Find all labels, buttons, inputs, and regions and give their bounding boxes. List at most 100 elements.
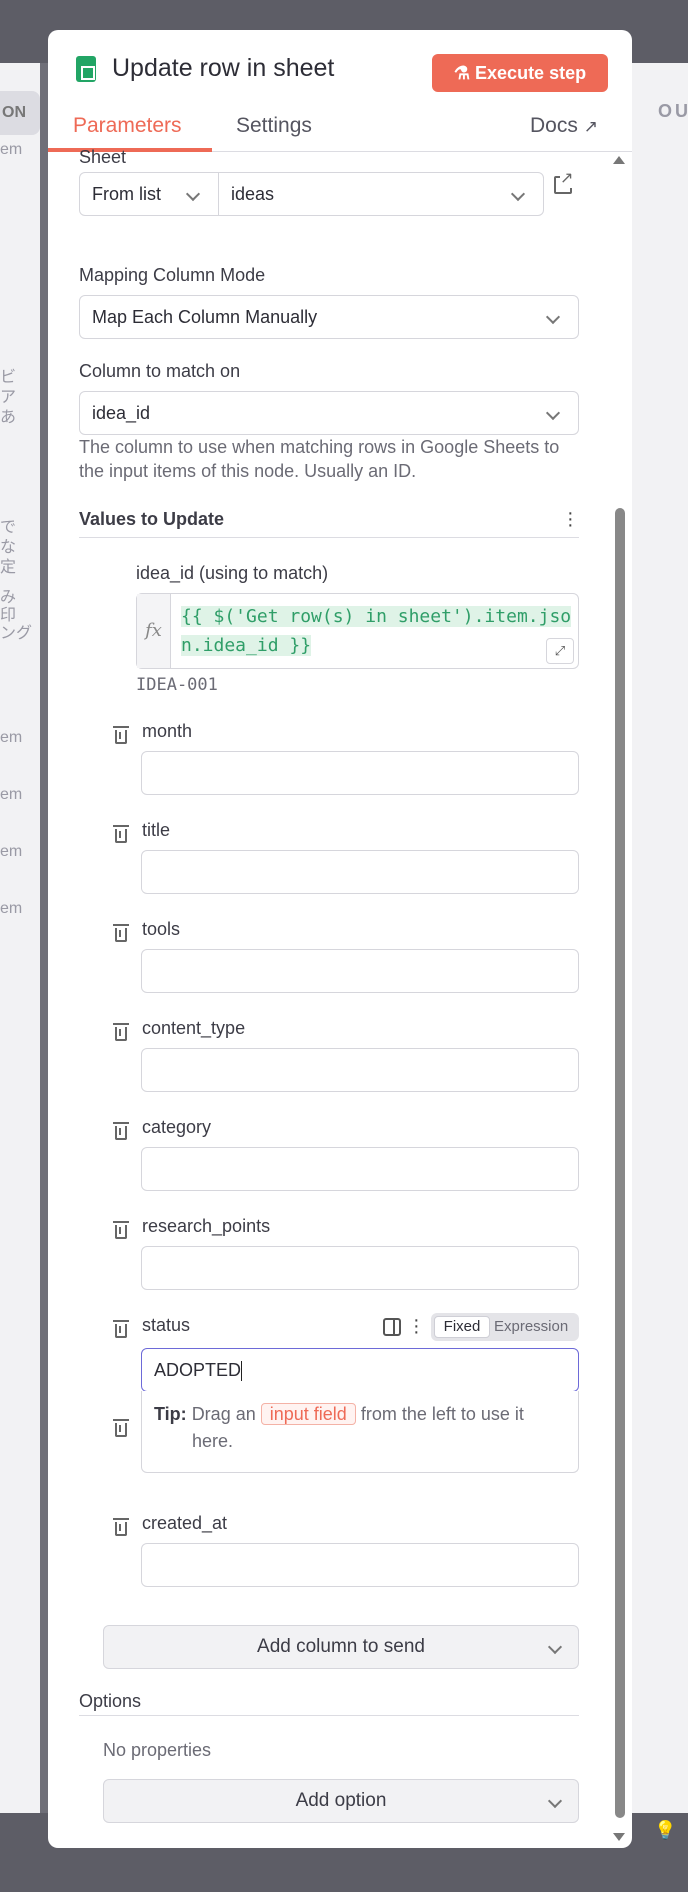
- field-label-title: title: [142, 820, 171, 840]
- docs-label: Docs: [530, 114, 578, 137]
- trash-icon[interactable]: [113, 1023, 129, 1041]
- input-fragment: 定: [0, 559, 17, 576]
- output-panel-background: OU: [632, 63, 688, 1813]
- match-column-value: idea_id: [92, 403, 151, 423]
- match-column-label: Column to match on: [79, 361, 241, 381]
- chevron-down-icon: [545, 405, 561, 421]
- fixed-expression-toggle[interactable]: Fixed Expression: [431, 1313, 579, 1341]
- input-fragment: em: [0, 843, 23, 860]
- trash-icon[interactable]: [113, 825, 129, 843]
- trash-icon[interactable]: [113, 1518, 129, 1536]
- output-label: OU: [658, 101, 688, 121]
- field-label-research-points: research_points: [142, 1216, 271, 1236]
- external-link-icon: ↗: [583, 117, 598, 136]
- scroll-down-arrow[interactable]: [613, 1833, 625, 1841]
- node-title[interactable]: Update row in sheet: [112, 54, 334, 83]
- expand-expression-icon[interactable]: ⤢: [546, 638, 574, 664]
- tab-settings[interactable]: Settings: [236, 114, 312, 138]
- tip-prefix: Tip:: [154, 1404, 187, 1424]
- values-to-update-title: Values to Update: [79, 509, 225, 529]
- field-label-month: month: [142, 721, 193, 741]
- options-title: Options: [79, 1691, 142, 1711]
- chevron-down-icon: [185, 186, 201, 202]
- field-input-category[interactable]: [141, 1147, 579, 1191]
- sheet-value: ideas: [231, 184, 275, 204]
- expression-text: {{ $('Get row(s) in sheet').item.json.id…: [181, 606, 572, 656]
- field-input-month[interactable]: [141, 751, 579, 795]
- input-fragment: あ: [0, 409, 17, 426]
- field-input-tools[interactable]: [141, 949, 579, 993]
- mode-expression-button[interactable]: Expression: [494, 1316, 568, 1338]
- field-input-status[interactable]: ADOPTED: [141, 1348, 579, 1392]
- chevron-down-icon: [510, 186, 526, 202]
- field-label-content-type: content_type: [142, 1018, 246, 1038]
- tip-text-before: Drag an: [191, 1404, 256, 1424]
- side-panel-icon[interactable]: [383, 1318, 401, 1336]
- sheet-mode-select[interactable]: From list: [79, 172, 219, 216]
- add-column-label: Add column to send: [257, 1636, 425, 1657]
- field-input-content-type[interactable]: [141, 1048, 579, 1092]
- match-column-select[interactable]: idea_id: [79, 391, 579, 435]
- open-sheet-external-icon[interactable]: [554, 168, 574, 194]
- field-label-status: status: [142, 1315, 191, 1335]
- trash-icon[interactable]: [113, 1122, 129, 1140]
- values-divider: [79, 537, 579, 538]
- active-tab-indicator: [48, 148, 212, 152]
- options-divider: [79, 1715, 579, 1716]
- node-settings-panel: Update row in sheet ⚗ Execute step Param…: [48, 30, 632, 1848]
- docs-link[interactable]: Docs ↗: [530, 114, 598, 138]
- add-option-button[interactable]: Add option: [103, 1779, 579, 1823]
- tip-input-field-chip: input field: [260, 1403, 356, 1425]
- field-input-research-points[interactable]: [141, 1246, 579, 1290]
- tip-text-end: here.: [192, 1431, 234, 1451]
- status-options-menu-icon[interactable]: · · ·: [413, 1310, 420, 1342]
- mapping-mode-select[interactable]: Map Each Column Manually: [79, 295, 579, 339]
- match-field-preview: IDEA-001: [136, 675, 218, 695]
- field-input-title[interactable]: [141, 850, 579, 894]
- sheet-label: Sheet: [79, 147, 127, 167]
- tab-parameters[interactable]: Parameters: [73, 114, 182, 138]
- chevron-down-icon: [545, 309, 561, 325]
- field-label-category: category: [142, 1117, 212, 1137]
- input-fragment: em: [0, 141, 23, 158]
- mode-fixed-button[interactable]: Fixed: [434, 1316, 490, 1338]
- field-label-tools: tools: [142, 919, 181, 939]
- match-field-expression-editor[interactable]: fx {{ $('Get row(s) in sheet').item.json…: [136, 593, 579, 669]
- execute-step-button[interactable]: ⚗ Execute step: [432, 54, 608, 92]
- tip-text-after: from the left to use it: [360, 1404, 524, 1424]
- input-panel-background: ON em ビ ア あ で な 定 み 印 ング em em em em: [0, 63, 40, 1813]
- text-cursor: [241, 1361, 243, 1382]
- trash-icon[interactable]: [113, 924, 129, 942]
- drag-tip: Tip: Drag an input field from the left t…: [141, 1391, 579, 1473]
- panel-header: Update row in sheet ⚗ Execute step Param…: [48, 30, 632, 152]
- trash-icon[interactable]: [113, 726, 129, 744]
- chevron-down-icon: [547, 1793, 563, 1809]
- values-options-menu-icon[interactable]: · · ·: [567, 503, 574, 535]
- field-input-created-at[interactable]: [141, 1543, 579, 1587]
- match-field-label: idea_id (using to match): [136, 563, 329, 583]
- flask-icon: ⚗: [453, 63, 476, 83]
- sheet-mode-value: From list: [92, 184, 161, 204]
- trash-icon[interactable]: [113, 1320, 129, 1338]
- input-fragment: em: [0, 729, 23, 746]
- add-column-button[interactable]: Add column to send: [103, 1625, 579, 1669]
- match-field-expression[interactable]: {{ $('Get row(s) in sheet').item.json.id…: [181, 602, 573, 660]
- sheet-select[interactable]: ideas: [218, 172, 544, 216]
- input-fragment: em: [0, 786, 23, 803]
- fx-icon: fx: [137, 594, 171, 668]
- trash-icon[interactable]: [113, 1221, 129, 1239]
- input-fragment: ング: [0, 625, 33, 642]
- parameters-content: Sheet From list ideas Mapping Column Mod…: [48, 147, 632, 1848]
- execute-step-label: Execute step: [475, 63, 587, 83]
- input-fragment: em: [0, 900, 23, 917]
- add-option-label: Add option: [295, 1790, 387, 1811]
- scrollbar-thumb[interactable]: [615, 508, 625, 1818]
- lightbulb-icon[interactable]: 💡: [654, 1820, 676, 1841]
- status-value: ADOPTED: [154, 1360, 242, 1380]
- google-sheets-icon: [76, 56, 96, 82]
- scroll-up-arrow[interactable]: [613, 156, 625, 164]
- trash-icon[interactable]: [113, 1419, 129, 1437]
- match-column-hint: The column to use when matching rows in …: [79, 437, 560, 481]
- no-properties-text: No properties: [103, 1740, 212, 1760]
- mapping-mode-value: Map Each Column Manually: [92, 307, 318, 327]
